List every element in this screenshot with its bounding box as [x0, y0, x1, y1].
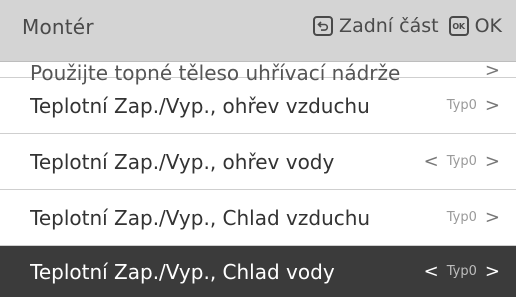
chevron-right-icon[interactable]: > [485, 261, 500, 282]
chevron-right-icon: > [484, 95, 500, 116]
list-item-label: Teplotní Zap./Vyp., ohřev vzduchu [30, 93, 370, 118]
list-item-value: Typ0 > [447, 95, 500, 116]
ok-button-icon: OK [448, 16, 469, 36]
list-item[interactable]: Použijte topné těleso uhřívací nádrže > [0, 62, 516, 85]
screen: Montér Zadní část OK OK Použijte topné t… [0, 0, 516, 297]
back-label: Zadní část [339, 15, 439, 37]
value-text: Typ0 [446, 98, 477, 113]
ok-label: OK [474, 15, 502, 37]
header-actions: Zadní část OK OK [313, 15, 502, 37]
list-item[interactable]: Teplotní Zap./Vyp., ohřev vzduchu Typ0 > [0, 78, 516, 134]
list-item-value: > [485, 62, 500, 81]
list-item-label: Teplotní Zap./Vyp., Chlad vody [30, 259, 335, 284]
header-bar: Montér Zadní část OK OK [0, 0, 516, 62]
chevron-left-icon[interactable]: < [424, 261, 439, 282]
value-text: Typ0 [446, 154, 477, 169]
list-item-value: < Typ0 > [424, 151, 500, 172]
chevron-right-icon[interactable]: > [485, 151, 500, 172]
list-item-label: Teplotní Zap./Vyp., ohřev vody [30, 149, 335, 174]
settings-list: Použijte topné těleso uhřívací nádrže > … [0, 62, 516, 297]
page-title: Montér [22, 15, 94, 39]
chevron-right-icon: > [484, 207, 500, 228]
back-button[interactable]: Zadní část [313, 15, 439, 37]
list-item[interactable]: Teplotní Zap./Vyp., ohřev vody < Typ0 > [0, 134, 516, 190]
list-item-label: Teplotní Zap./Vyp., Chlad vzduchu [30, 205, 371, 230]
list-item[interactable]: Teplotní Zap./Vyp., Chlad vzduchu Typ0 > [0, 190, 516, 246]
chevron-left-icon[interactable]: < [424, 151, 439, 172]
ok-button[interactable]: OK OK [448, 15, 502, 37]
list-item-value: Typ0 > [447, 207, 500, 228]
list-item-selected[interactable]: Teplotní Zap./Vyp., Chlad vody < Typ0 > [0, 246, 516, 297]
value-text: Typ0 [446, 210, 477, 225]
list-item-value: < Typ0 > [424, 261, 500, 282]
back-arrow-icon [313, 16, 334, 36]
value-text: Typ0 [446, 264, 477, 279]
